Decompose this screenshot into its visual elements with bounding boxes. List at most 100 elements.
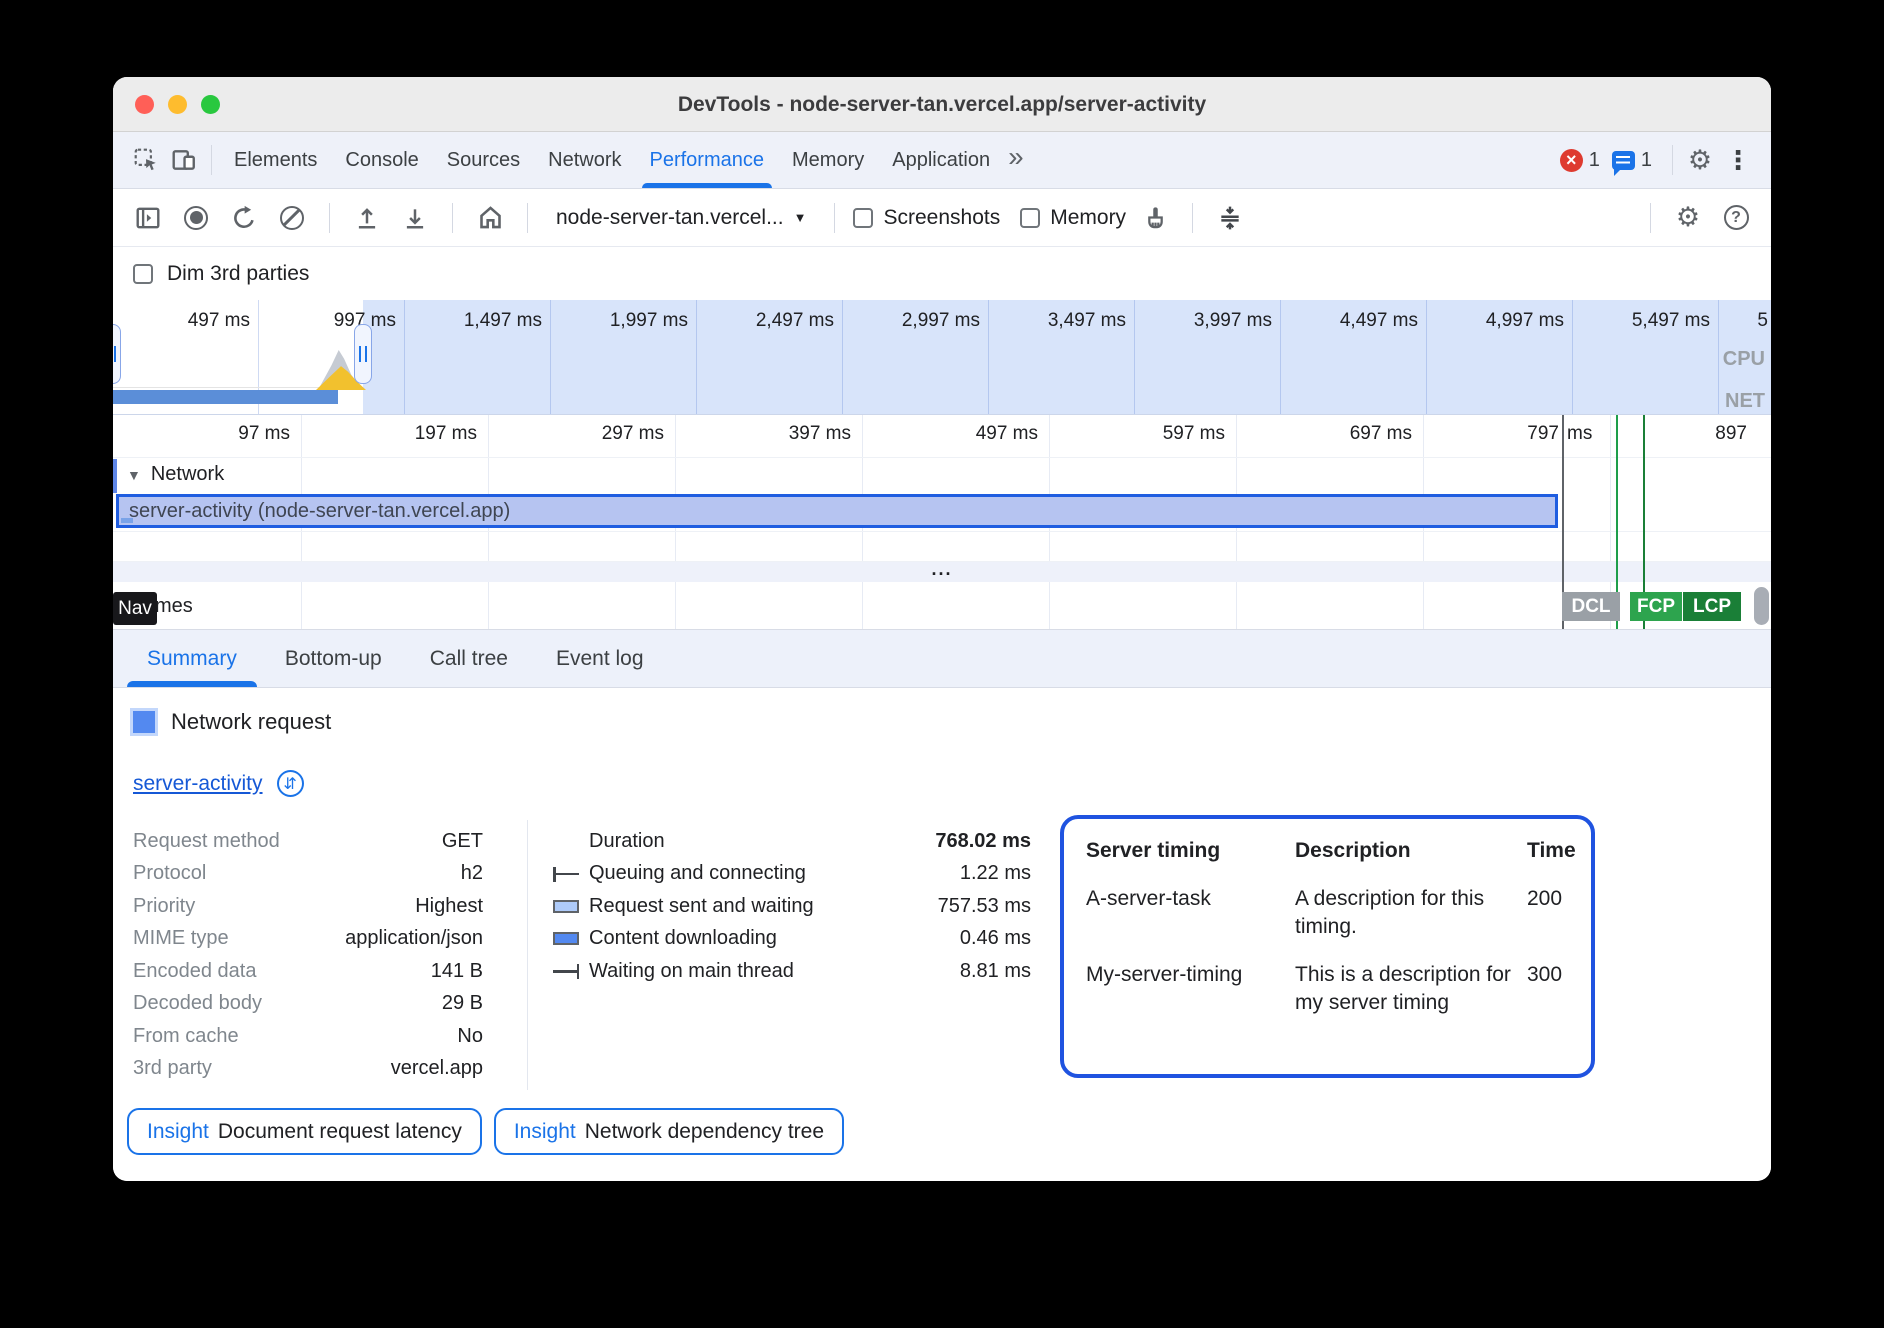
inspect-element-icon[interactable] <box>127 141 165 179</box>
detail-label: Protocol <box>133 862 206 885</box>
download-profile-icon[interactable] <box>396 199 434 237</box>
row-divider <box>113 457 1771 458</box>
reload-record-icon[interactable] <box>225 199 263 237</box>
insight-document-request-latency-button[interactable]: Insight Document request latency <box>127 1108 482 1155</box>
detail-label: Priority <box>133 895 195 918</box>
tab-application[interactable]: Application <box>878 132 1004 188</box>
timing-label: Duration <box>589 830 935 853</box>
tab-elements[interactable]: Elements <box>220 132 331 188</box>
selection-handle-right[interactable] <box>354 324 372 384</box>
network-request-bar[interactable]: server-activity (node-server-tan.vercel.… <box>116 494 1558 528</box>
settings-gear-icon[interactable]: ⚙ <box>1681 141 1719 179</box>
toolbar-separator <box>527 203 528 233</box>
devtools-window: DevTools - node-server-tan.vercel.app/se… <box>113 77 1771 1181</box>
error-count: 1 <box>1589 149 1600 172</box>
issues-message-icon[interactable] <box>1612 151 1635 170</box>
dim-third-parties-label: Dim 3rd parties <box>167 262 309 286</box>
tab-bottom-up[interactable]: Bottom-up <box>261 630 406 687</box>
detail-label: Decoded body <box>133 992 262 1015</box>
tab-label: Summary <box>147 647 237 671</box>
insight-prefix: Insight <box>514 1120 576 1144</box>
detail-label: 3rd party <box>133 1057 212 1080</box>
screenshots-checkbox[interactable] <box>853 208 873 228</box>
detail-value: 141 B <box>431 960 483 983</box>
detail-label: Encoded data <box>133 960 256 983</box>
lcp-badge-label: LCP <box>1693 596 1731 618</box>
dark-bar-icon <box>553 932 589 945</box>
upload-profile-icon[interactable] <box>348 199 386 237</box>
timing-value: 757.53 ms <box>938 895 1031 918</box>
toolbar-separator <box>1192 203 1193 233</box>
capture-settings-gear-icon[interactable]: ⚙ <box>1669 199 1707 237</box>
kebab-menu-icon[interactable]: ⋮ <box>1719 141 1757 179</box>
vertical-scrollbar-thumb[interactable] <box>1754 587 1769 625</box>
more-tabs-icon[interactable]: ›› <box>1004 141 1029 179</box>
tab-label: Application <box>892 149 990 172</box>
tab-performance[interactable]: Performance <box>636 132 779 188</box>
home-icon[interactable] <box>471 199 509 237</box>
dcl-badge: DCL <box>1562 592 1620 621</box>
timing-value: 768.02 ms <box>935 830 1031 853</box>
ruler-tick: 297 ms <box>544 423 664 445</box>
overview-tick: 5,497 ms <box>1570 310 1710 332</box>
message-count: 1 <box>1641 149 1652 172</box>
tab-event-log[interactable]: Event log <box>532 630 668 687</box>
dim-third-parties-checkbox[interactable] <box>133 264 153 284</box>
server-timing-header: Time <box>1527 837 1576 865</box>
toolbar-separator <box>452 203 453 233</box>
error-count-icon[interactable]: × <box>1560 149 1583 172</box>
performance-toolbar: node-server-tan.vercel... ▼ Screenshots … <box>113 189 1771 247</box>
device-toolbar-icon[interactable] <box>165 141 203 179</box>
overview-tick: 4,497 ms <box>1278 310 1418 332</box>
tab-network[interactable]: Network <box>534 132 635 188</box>
help-icon[interactable]: ? <box>1717 199 1755 237</box>
tabbar-separator <box>1672 145 1673 175</box>
tab-sources[interactable]: Sources <box>433 132 534 188</box>
overview-tick: 497 ms <box>113 310 250 332</box>
light-bar-icon <box>553 900 589 913</box>
request-link[interactable]: server-activity <box>133 772 263 796</box>
event-legend: Network request <box>133 709 331 735</box>
detail-value: Highest <box>415 895 483 918</box>
timing-label: Queuing and connecting <box>589 862 960 885</box>
garbage-collect-brush-icon[interactable] <box>1136 199 1174 237</box>
overview-tick: 3,997 ms <box>1132 310 1272 332</box>
detail-row: MIME typeapplication/json <box>133 923 483 956</box>
tab-call-tree[interactable]: Call tree <box>406 630 532 687</box>
screenshots-toggle[interactable]: Screenshots <box>853 206 1000 230</box>
tab-memory[interactable]: Memory <box>778 132 878 188</box>
detail-row: 3rd partyvercel.app <box>133 1053 483 1086</box>
summary-pane: Network request server-activity ⇵ Reques… <box>113 688 1771 1181</box>
insight-chips-row: Insight Document request latency Insight… <box>127 1108 844 1155</box>
collapse-rows-icon[interactable] <box>1211 199 1249 237</box>
detail-row: Priority Highest <box>133 890 483 923</box>
toggle-sidebar-icon[interactable] <box>129 199 167 237</box>
record-icon[interactable] <box>177 199 215 237</box>
memory-checkbox[interactable] <box>1020 208 1040 228</box>
insight-network-dependency-tree-button[interactable]: Insight Network dependency tree <box>494 1108 844 1155</box>
timing-label: Waiting on main thread <box>589 960 960 983</box>
track-resize-handle[interactable]: ... <box>113 562 1771 582</box>
timeline-overview[interactable]: 497 ms 997 ms 1,497 ms 1,997 ms 2,497 ms… <box>113 300 1771 415</box>
ellipsis-icon: ... <box>931 559 952 579</box>
reveal-in-network-icon[interactable]: ⇵ <box>277 770 304 797</box>
tab-label: Console <box>345 149 418 172</box>
right-whisker-icon <box>553 970 589 973</box>
lcp-badge: LCP <box>1683 592 1741 621</box>
network-group-header[interactable]: ▼ Network <box>127 463 224 486</box>
fcp-badge-label: FCP <box>1637 596 1675 618</box>
selection-handle-left[interactable] <box>113 324 121 384</box>
tab-console[interactable]: Console <box>331 132 432 188</box>
clear-icon[interactable] <box>273 199 311 237</box>
overview-tick: 3,497 ms <box>986 310 1126 332</box>
history-dropdown[interactable]: node-server-tan.vercel... ▼ <box>546 206 816 230</box>
timing-breakdown-list: Duration 768.02 ms Queuing and connectin… <box>553 825 1031 988</box>
detail-value: GET <box>442 830 483 853</box>
server-timing-table: Server timing Description Time A-server-… <box>1060 815 1595 1078</box>
detail-value: h2 <box>461 862 483 885</box>
memory-toggle[interactable]: Memory <box>1020 206 1126 230</box>
tab-label: Sources <box>447 149 520 172</box>
ruler-tick: 797 <box>1439 423 1559 445</box>
tab-summary[interactable]: Summary <box>123 630 261 687</box>
detail-row: From cacheNo <box>133 1020 483 1053</box>
